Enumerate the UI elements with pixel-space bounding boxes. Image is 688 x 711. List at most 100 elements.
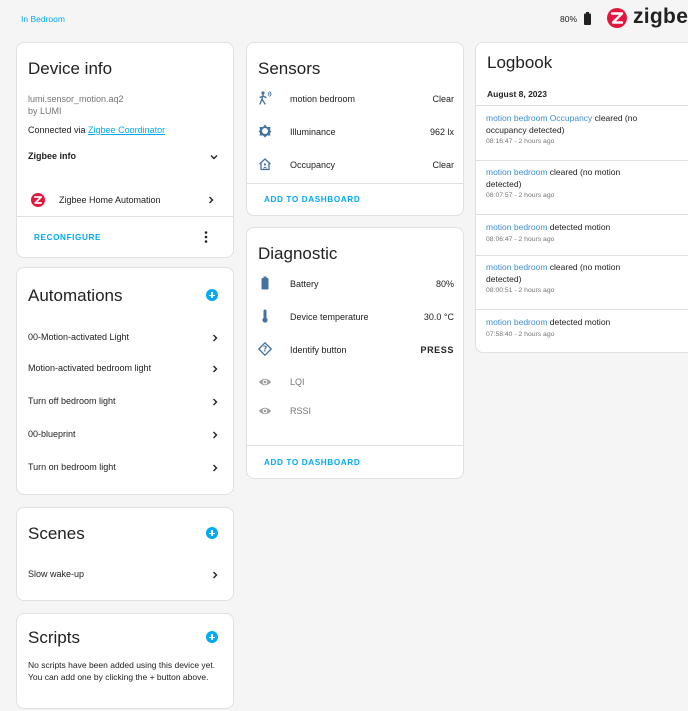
logbook-entry-source[interactable]: motion bedroom Occupancy <box>486 113 592 123</box>
diagnostic-label: Identify button <box>290 345 347 355</box>
logbook-entry: motion bedroom detected motion 07:58:40 … <box>486 317 656 340</box>
logbook-title: Logbook <box>487 53 553 72</box>
diagnostic-row[interactable]: ? Identify button PRESS <box>247 338 463 362</box>
automation-item[interactable]: 00-blueprint <box>17 424 233 446</box>
sensor-value: Clear <box>432 160 454 170</box>
chevron-down-icon <box>210 155 218 160</box>
scripts-card: Scripts No scripts have been added using… <box>16 613 234 709</box>
logbook-card: Logbook August 8, 2023 motion bedroom Oc… <box>475 42 688 353</box>
diagnostic-row[interactable]: LQI <box>247 371 463 393</box>
battery-level-text: 80% <box>560 14 578 24</box>
diagnostic-row[interactable]: Battery 80% <box>247 272 463 296</box>
logbook-entry-source[interactable]: motion bedroom <box>486 317 547 327</box>
chevron-right-icon <box>213 334 218 342</box>
sensor-label: Illuminance <box>290 127 336 137</box>
diagnostic-row[interactable]: Device temperature 30.0 °C <box>247 305 463 329</box>
integration-row[interactable]: Zigbee Home Automation <box>17 188 233 212</box>
sensor-row[interactable]: Illuminance 962 lx <box>247 120 463 144</box>
diagnostic-label: RSSI <box>290 406 312 416</box>
motion-sensor-icon <box>259 91 272 105</box>
sensor-row[interactable]: motion bedroom Clear <box>247 87 463 111</box>
connected-via: Connected via Zigbee Coordinator <box>28 125 165 135</box>
sensor-value: Clear <box>432 94 454 104</box>
diagnostic-add-to-dashboard-button[interactable]: ADD TO DASHBOARD <box>264 458 360 467</box>
diagnostic-title: Diagnostic <box>258 244 338 263</box>
automation-label: Motion-activated bedroom light <box>28 363 152 373</box>
logbook-entry-source[interactable]: motion bedroom <box>486 262 547 272</box>
zigbee-logo-icon <box>607 8 627 28</box>
automation-item[interactable]: Turn off bedroom light <box>17 391 233 413</box>
scenes-title: Scenes <box>28 524 85 543</box>
device-model: lumi.sensor_motion.aq2 <box>28 94 124 104</box>
logbook-entry-time: 08:06:47 - 2 hours ago <box>486 235 555 243</box>
automation-label: 00-blueprint <box>28 429 76 439</box>
automation-label: Turn off bedroom light <box>28 396 116 406</box>
battery-icon <box>584 12 591 25</box>
more-vert-icon[interactable] <box>204 231 208 243</box>
scene-item[interactable]: Slow wake-up <box>17 564 233 586</box>
logbook-entry-time: 08:07:57 - 2 hours ago <box>486 192 555 199</box>
sensors-add-to-dashboard-button[interactable]: ADD TO DASHBOARD <box>264 195 360 204</box>
logbook-entry-message: detected motion <box>547 317 611 327</box>
integration-label: Zigbee Home Automation <box>59 195 161 205</box>
zigbee-coordinator-link[interactable]: Zigbee Coordinator <box>88 125 165 135</box>
scripts-empty-text: No scripts have been added using this de… <box>28 660 216 682</box>
scripts-title: Scripts <box>28 628 80 647</box>
sensor-value: 962 lx <box>429 127 454 137</box>
automations-card: Automations 00-Motion-activated Light Mo… <box>16 267 234 495</box>
add-scene-icon[interactable] <box>206 527 218 539</box>
scene-label: Slow wake-up <box>28 569 85 579</box>
automations-title: Automations <box>28 286 123 305</box>
automation-item[interactable]: Turn on bedroom light <box>17 457 233 479</box>
logbook-entry: motion bedroom cleared (no motion detect… <box>486 262 656 296</box>
divider <box>476 105 688 106</box>
identify-icon: ? <box>258 342 272 356</box>
zha-integration-icon <box>31 193 45 207</box>
automation-item[interactable]: Motion-activated bedroom light <box>17 358 233 380</box>
add-script-icon[interactable] <box>206 631 218 643</box>
logbook-entry: motion bedroom detected motion 08:06:47 … <box>486 222 656 245</box>
logbook-entry: motion bedroom cleared (no motion detect… <box>486 167 656 201</box>
diagnostic-value: 80% <box>435 279 454 289</box>
svg-text:?: ? <box>263 345 267 354</box>
logbook-entry: motion bedroom Occupancy cleared (no occ… <box>486 113 656 147</box>
logbook-entry-time: 08:16:47 - 2 hours ago <box>486 138 555 145</box>
chevron-right-icon <box>213 365 218 373</box>
zigbee-info-expander[interactable]: Zigbee info <box>17 143 233 169</box>
divider <box>476 214 688 215</box>
breadcrumb[interactable]: In Bedroom <box>21 14 65 24</box>
divider <box>476 160 688 161</box>
logbook-entry-message: detected motion <box>547 222 611 232</box>
battery-icon <box>261 276 269 290</box>
home-occupancy-icon <box>259 158 271 171</box>
chevron-right-icon <box>209 196 214 204</box>
diagnostic-label: Battery <box>290 279 319 289</box>
scenes-card: Scenes Slow wake-up <box>16 507 234 601</box>
brightness-icon <box>258 124 272 138</box>
sensors-title: Sensors <box>258 59 321 78</box>
reconfigure-button[interactable]: RECONFIGURE <box>34 233 101 242</box>
diagnostic-label: Device temperature <box>290 312 369 322</box>
diagnostic-label: LQI <box>290 377 305 387</box>
sensor-row[interactable]: Occupancy Clear <box>247 153 463 177</box>
sensor-label: motion bedroom <box>290 94 356 104</box>
diagnostic-card: Diagnostic Battery 80% Device temperatur… <box>246 227 464 479</box>
eye-icon <box>258 407 272 415</box>
eye-icon <box>258 378 272 386</box>
logbook-entry-source[interactable]: motion bedroom <box>486 167 547 177</box>
device-info-card: Device info lumi.sensor_motion.aq2 by LU… <box>16 42 234 258</box>
logbook-entry-source[interactable]: motion bedroom <box>486 222 547 232</box>
zigbee-info-label: Zigbee info <box>28 151 76 161</box>
chevron-right-icon <box>213 398 218 406</box>
diagnostic-row[interactable]: RSSI <box>247 400 463 422</box>
chevron-right-icon <box>213 431 218 439</box>
chevron-right-icon <box>213 571 218 579</box>
identify-press-button[interactable]: PRESS <box>420 345 454 355</box>
automation-label: 00-Motion-activated Light <box>28 332 130 342</box>
chevron-right-icon <box>213 464 218 472</box>
automation-item[interactable]: 00-Motion-activated Light <box>17 327 233 349</box>
device-manufacturer: by LUMI <box>28 106 62 116</box>
connected-via-label: Connected via <box>28 125 89 135</box>
add-automation-icon[interactable] <box>206 289 218 301</box>
logbook-entry-time: 08:00:51 - 2 hours ago <box>486 287 555 294</box>
